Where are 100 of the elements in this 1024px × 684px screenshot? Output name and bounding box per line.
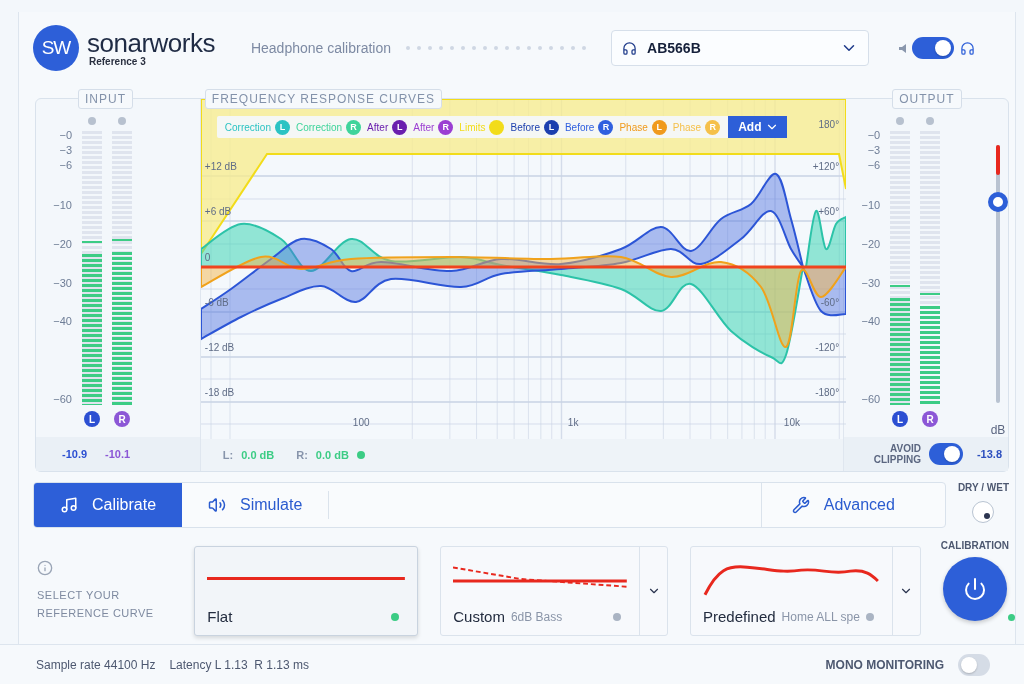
legend-label: Correction (224, 121, 271, 133)
curve-detail: Home ALL spe (781, 609, 860, 624)
gain-reading: -13.8 (976, 448, 1002, 460)
power-icon (962, 576, 987, 601)
add-button[interactable]: Add (728, 116, 788, 138)
axis-label: +60° (818, 206, 840, 217)
sample-rate-text: Sample rate 44100 Hz (36, 657, 156, 672)
mode-tab[interactable]: Calibrate (34, 483, 183, 527)
scale-label: −3 (867, 144, 881, 157)
channel-badge: R (922, 411, 939, 427)
legend-label: Phase (672, 121, 702, 133)
scale-label: −20 (861, 237, 881, 250)
calibration-power-button[interactable] (942, 556, 1007, 621)
legend-label: After (413, 121, 435, 133)
channel-label: R: (296, 449, 308, 461)
avoid-clipping-label: AVOID CLIPPING (872, 443, 921, 465)
mode-label: Headphone calibration (250, 40, 392, 56)
axis-label: -180° (815, 387, 840, 398)
reference-curve-card[interactable]: Predefined Home ALL spe (690, 546, 921, 636)
music-note-icon (60, 496, 78, 514)
channel-badge: R (438, 119, 454, 135)
channel-badge: L (892, 411, 909, 427)
channel-badge: L (274, 119, 290, 135)
scale-label: −10 (861, 199, 881, 212)
scale-label: −6 (59, 159, 72, 172)
channel-badge: R (114, 411, 130, 427)
level-reading: -10.1 (105, 448, 131, 460)
axis-label: 10k (783, 417, 800, 428)
section-title: OUTPUT (892, 89, 962, 109)
scale-label: −30 (53, 276, 72, 289)
axis-label: +120° (812, 161, 840, 172)
channel-badge: R (598, 119, 614, 135)
axis-label: -60° (820, 297, 840, 308)
prompt-text: SELECT YOUR REFERENCE CURVE (37, 588, 155, 621)
logo: SW (33, 25, 79, 71)
headphones-icon (622, 40, 638, 56)
gain-value: 0.0 dB (241, 449, 275, 461)
axis-label: 100 (352, 417, 370, 428)
clip-indicator (926, 117, 935, 125)
scale-label: −30 (861, 276, 881, 289)
section-title: FREQUENCY RESPONSE CURVES (204, 89, 443, 109)
axis-label: 0 (204, 252, 211, 263)
channel-label: L: (222, 449, 234, 461)
latency-text: Latency L 1.13 R 1.13 ms (169, 657, 310, 672)
level-reading: -10.9 (62, 448, 88, 460)
product-name: Reference 3 (89, 55, 147, 67)
mode-tab[interactable]: Simulate (182, 483, 329, 527)
scale-label: −40 (53, 315, 72, 328)
legend-label: After (367, 121, 389, 133)
legend-label: Limits (459, 121, 486, 133)
clip-indicator (896, 117, 905, 125)
reference-curve-card[interactable]: Custom 6dB Bass (440, 546, 668, 636)
axis-label: -120° (815, 342, 840, 353)
scale-label: −0 (867, 129, 881, 141)
status-dot (1008, 613, 1015, 621)
scale-label: −6 (867, 159, 881, 172)
slider-thumb[interactable] (988, 191, 1008, 212)
device-dropdown[interactable]: AB566B (611, 30, 870, 66)
axis-label: 180° (818, 119, 840, 130)
speaker-icon (208, 496, 227, 514)
scale-label: −20 (53, 237, 72, 250)
dry-wet-knob[interactable] (972, 501, 995, 523)
mode-tab[interactable]: Advanced (760, 483, 945, 527)
scale-label: −60 (53, 392, 72, 405)
output-toggle[interactable] (912, 37, 955, 59)
calibration-label: CALIBRATION (940, 539, 1009, 551)
curve-name: Flat (207, 608, 233, 625)
avoid-clipping-toggle[interactable] (928, 443, 963, 465)
curve-name: Predefined (703, 608, 776, 625)
section-title: INPUT (78, 89, 133, 109)
mono-monitoring-label: MONO MONITORING (825, 657, 944, 672)
unit-label: dB (990, 423, 1006, 437)
legend-label: Phase (619, 121, 648, 133)
curve-detail: 6dB Bass (510, 609, 564, 624)
channel-badge: L (84, 411, 100, 427)
channel-badge: L (543, 119, 559, 135)
clip-indicator (118, 117, 126, 125)
legend-label: Before (564, 121, 595, 133)
legend-label: Before (510, 121, 540, 133)
axis-label: +12 dB (204, 161, 237, 172)
axis-label: 1k (567, 417, 579, 428)
info-icon (37, 560, 53, 576)
wrench-icon (791, 496, 810, 514)
clip-indicator (88, 117, 96, 125)
axis-label: -12 dB (204, 342, 235, 353)
channel-badge: R (346, 119, 362, 135)
channel-badge: L (392, 119, 408, 135)
channel-badge: R (705, 119, 721, 135)
mono-monitoring-toggle[interactable] (958, 653, 990, 676)
curve-name: Custom (453, 608, 505, 625)
legend-label: Correction (295, 121, 343, 133)
speaker-icon (899, 43, 907, 53)
axis-label: -18 dB (204, 387, 235, 398)
scale-label: −40 (861, 315, 881, 328)
reference-curve-card[interactable]: Flat (194, 546, 419, 636)
brand-name: sonarworks (87, 29, 215, 56)
headphones-icon (960, 40, 976, 56)
scale-label: −3 (59, 144, 72, 157)
gain-value: 0.0 dB (315, 449, 349, 461)
scale-label: −60 (861, 392, 881, 405)
